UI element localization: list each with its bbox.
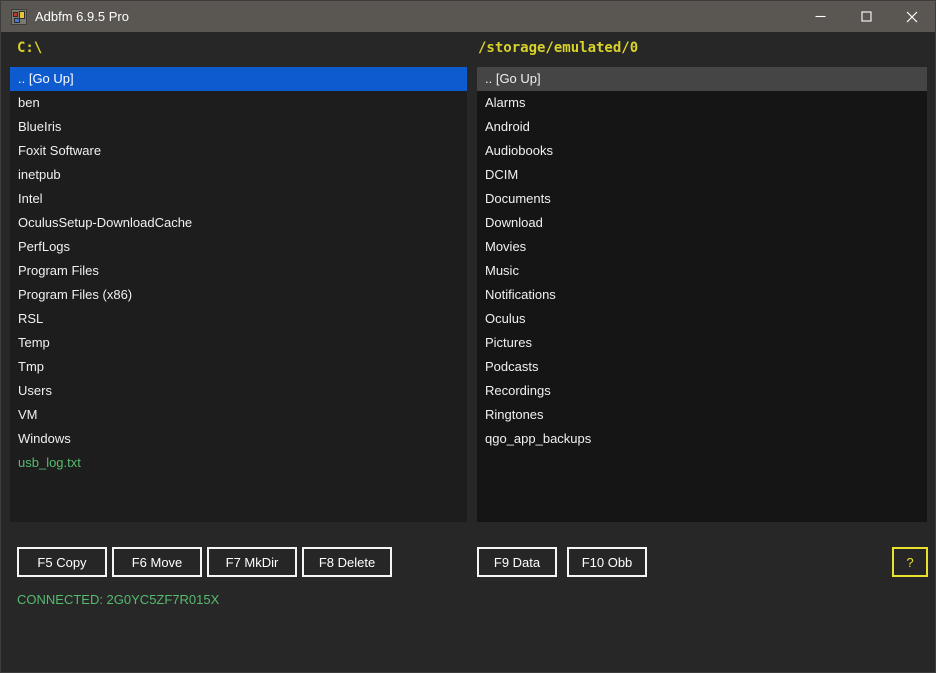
minimize-button[interactable] [797,1,843,32]
close-button[interactable] [889,1,935,32]
folder-row[interactable]: Windows [10,427,467,451]
folder-row[interactable]: OculusSetup-DownloadCache [10,211,467,235]
folder-row[interactable]: Music [477,259,927,283]
folder-row[interactable]: Movies [477,235,927,259]
folder-row[interactable]: Podcasts [477,355,927,379]
app-icon-red-square [13,11,18,17]
folder-row[interactable]: Intel [10,187,467,211]
app-window: Adbfm 6.9.5 Pro C:\ /storage/emulated/0 … [0,0,936,673]
right-file-list[interactable]: .. [Go Up] Alarms Android Audiobooks DCIM Doc… [477,67,927,522]
folder-row[interactable]: PerfLogs [10,235,467,259]
f9-data-button[interactable]: F9 Data [477,547,557,577]
minimize-icon [815,11,826,22]
folder-row[interactable]: qgo_app_backups [477,427,927,451]
go-up-row[interactable]: .. [Go Up] [10,67,467,91]
folder-row[interactable]: BlueIris [10,115,467,139]
right-path-label: /storage/emulated/0 [478,40,639,56]
app-icon [11,8,27,25]
folder-row[interactable]: Download [477,211,927,235]
app-icon-blue-square [14,17,20,23]
window-title: Adbfm 6.9.5 Pro [35,9,129,24]
folder-row[interactable]: Alarms [477,91,927,115]
folder-row[interactable]: Android [477,115,927,139]
f10-obb-button[interactable]: F10 Obb [567,547,647,577]
go-up-row[interactable]: .. [Go Up] [477,67,927,91]
f5-copy-button[interactable]: F5 Copy [17,547,107,577]
folder-row[interactable]: DCIM [477,163,927,187]
folder-row[interactable]: VM [10,403,467,427]
folder-row[interactable]: Program Files [10,259,467,283]
folder-row[interactable]: Ringtones [477,403,927,427]
folder-row[interactable]: Documents [477,187,927,211]
folder-row[interactable]: Temp [10,331,467,355]
folder-row[interactable]: Program Files (x86) [10,283,467,307]
folder-row[interactable]: Foxit Software [10,139,467,163]
window-controls [797,1,935,32]
folder-row[interactable]: Users [10,379,467,403]
left-path-label: C:\ [17,40,43,56]
folder-row[interactable]: Recordings [477,379,927,403]
folder-row[interactable]: RSL [10,307,467,331]
f8-delete-button[interactable]: F8 Delete [302,547,392,577]
folder-row[interactable]: Tmp [10,355,467,379]
connection-status: CONNECTED: 2G0YC5ZF7R015X [17,592,220,607]
left-file-list[interactable]: .. [Go Up] ben BlueIris Foxit Software inetp… [10,67,467,522]
folder-row[interactable]: Oculus [477,307,927,331]
maximize-icon [860,11,872,22]
f6-move-button[interactable]: F6 Move [112,547,202,577]
folder-row[interactable]: Notifications [477,283,927,307]
help-button[interactable]: ? [892,547,928,577]
folder-row[interactable]: inetpub [10,163,467,187]
close-icon [906,11,918,23]
title-bar: Adbfm 6.9.5 Pro [1,1,935,32]
file-row[interactable]: usb_log.txt [10,451,467,475]
folder-row[interactable]: ben [10,91,467,115]
maximize-button[interactable] [843,1,889,32]
f7-mkdir-button[interactable]: F7 MkDir [207,547,297,577]
folder-row[interactable]: Pictures [477,331,927,355]
folder-row[interactable]: Audiobooks [477,139,927,163]
